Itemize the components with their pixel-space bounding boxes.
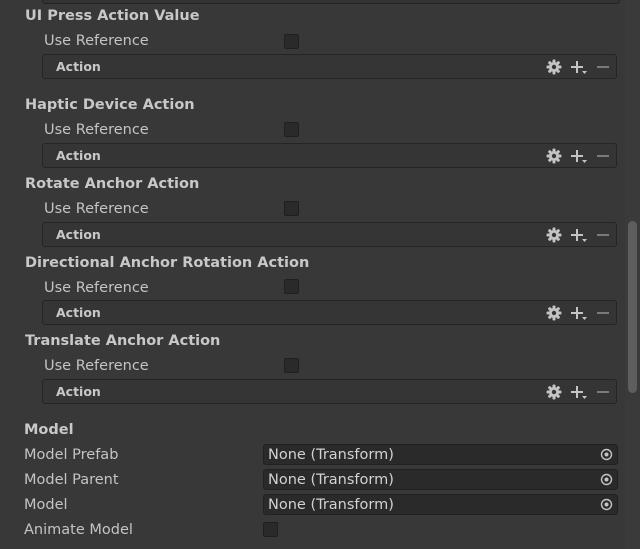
use-reference-checkbox[interactable] <box>284 201 299 216</box>
plus-dropdown-icon[interactable] <box>570 225 588 244</box>
model-value: None (Transform) <box>268 497 394 513</box>
model-prefab-value: None (Transform) <box>268 447 394 463</box>
action-bar[interactable]: Action <box>42 300 617 325</box>
gear-icon[interactable] <box>545 382 563 401</box>
gear-icon[interactable] <box>545 303 563 322</box>
use-reference-label: Use Reference <box>44 280 149 296</box>
plus-dropdown-icon[interactable] <box>570 303 588 322</box>
model-field[interactable]: None (Transform) <box>263 494 618 515</box>
action-bar[interactable]: Action <box>42 54 617 79</box>
vertical-scrollbar[interactable] <box>625 0 640 549</box>
use-reference-label: Use Reference <box>44 122 149 138</box>
section-title: Translate Anchor Action <box>25 333 221 349</box>
section-title: Rotate Anchor Action <box>25 176 200 192</box>
model-parent-field[interactable]: None (Transform) <box>263 469 618 490</box>
action-label: Action <box>56 305 101 320</box>
action-label: Action <box>56 148 101 163</box>
minus-icon[interactable] <box>595 146 611 165</box>
section-title: Directional Anchor Rotation Action <box>25 255 310 271</box>
use-reference-checkbox[interactable] <box>284 279 299 294</box>
animate-model-checkbox[interactable] <box>263 522 278 537</box>
object-picker-icon[interactable] <box>599 472 614 487</box>
minus-icon[interactable] <box>595 225 611 244</box>
model-header: Model <box>24 422 74 438</box>
minus-icon[interactable] <box>595 57 611 76</box>
use-reference-checkbox[interactable] <box>284 358 299 373</box>
action-bar[interactable]: Action <box>42 222 617 247</box>
minus-icon[interactable] <box>595 303 611 322</box>
action-label: Action <box>56 384 101 399</box>
action-bar[interactable]: Action <box>42 143 617 168</box>
minus-icon[interactable] <box>595 382 611 401</box>
plus-dropdown-icon[interactable] <box>570 146 588 165</box>
use-reference-label: Use Reference <box>44 201 149 217</box>
use-reference-label: Use Reference <box>44 33 149 49</box>
object-picker-icon[interactable] <box>599 497 614 512</box>
object-picker-icon[interactable] <box>599 447 614 462</box>
gear-icon[interactable] <box>545 146 563 165</box>
model-prefab-field[interactable]: None (Transform) <box>263 444 618 465</box>
use-reference-checkbox[interactable] <box>284 34 299 49</box>
action-label: Action <box>56 227 101 242</box>
gear-icon[interactable] <box>545 57 563 76</box>
section-title: Haptic Device Action <box>25 97 195 113</box>
action-bar[interactable]: Action <box>42 379 617 404</box>
model-label: Model <box>24 497 68 513</box>
model-prefab-label: Model Prefab <box>24 447 119 463</box>
action-label: Action <box>56 59 101 74</box>
plus-dropdown-icon[interactable] <box>570 382 588 401</box>
section-title: UI Press Action Value <box>25 8 200 24</box>
gear-icon[interactable] <box>545 225 563 244</box>
model-parent-value: None (Transform) <box>268 472 394 488</box>
use-reference-checkbox[interactable] <box>284 122 299 137</box>
previous-action-bar <box>42 0 620 4</box>
model-parent-label: Model Parent <box>24 472 119 488</box>
plus-dropdown-icon[interactable] <box>570 57 588 76</box>
use-reference-label: Use Reference <box>44 358 149 374</box>
animate-model-label: Animate Model <box>24 522 133 538</box>
scrollbar-thumb[interactable] <box>628 221 637 393</box>
